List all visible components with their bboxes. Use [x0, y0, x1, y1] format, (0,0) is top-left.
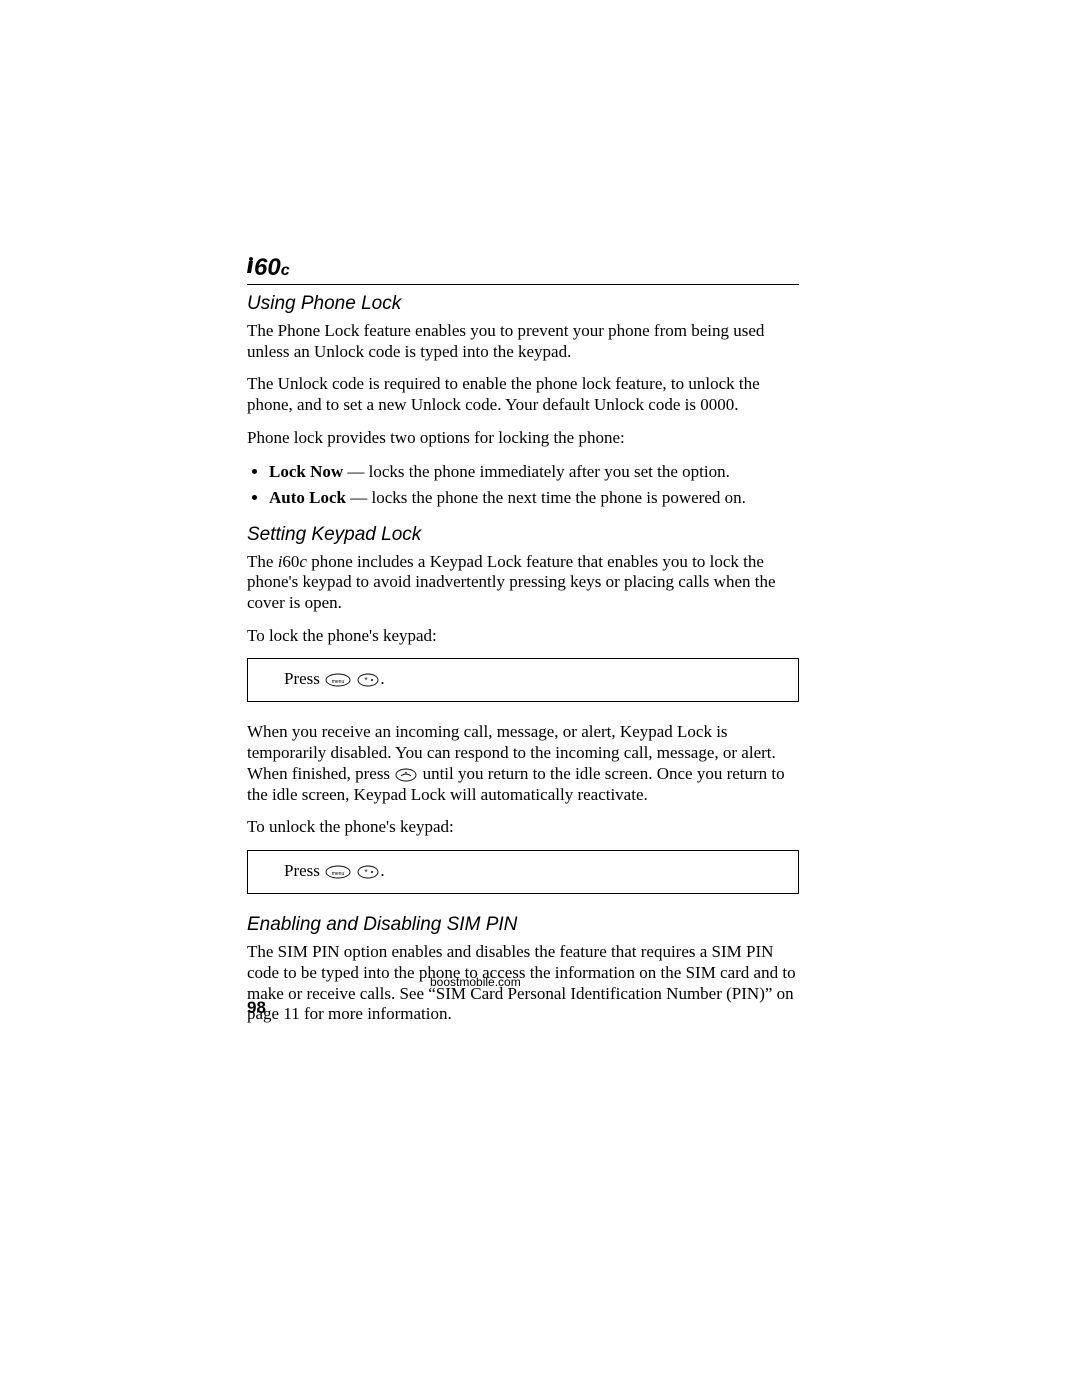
body-text: To unlock the phone's keypad:: [247, 817, 799, 838]
option-name: Lock Now: [269, 462, 343, 481]
heading-phone-lock: Using Phone Lock: [247, 293, 799, 315]
svg-text:*: *: [365, 868, 368, 877]
menu-key-icon: menu: [325, 865, 351, 879]
press-label: Press: [284, 669, 324, 688]
body-text: Phone lock provides two options for lock…: [247, 428, 799, 449]
page-number: 98: [247, 998, 266, 1018]
body-text: The Phone Lock feature enables you to pr…: [247, 321, 799, 362]
option-desc: — locks the phone the next time the phon…: [346, 488, 746, 507]
body-text: The Unlock code is required to enable th…: [247, 374, 799, 415]
star-key-icon: *: [357, 673, 379, 687]
manual-page: 60c Using Phone Lock The Phone Lock feat…: [247, 253, 799, 1037]
model-ref-num: 60: [282, 552, 299, 571]
svg-text:menu: menu: [332, 679, 345, 685]
footer-url: boostmobile.com: [430, 975, 521, 989]
body-text: When you receive an incoming call, messa…: [247, 722, 799, 805]
option-desc: — locks the phone immediately after you …: [343, 462, 730, 481]
body-text: To lock the phone's keypad:: [247, 626, 799, 647]
instruction-box: Press menu *.: [247, 658, 799, 702]
period: .: [380, 669, 384, 688]
period: .: [380, 861, 384, 880]
logo-number: 60: [254, 254, 281, 281]
options-list: Lock Now — locks the phone immediately a…: [247, 461, 799, 510]
model-logo: 60c: [247, 253, 799, 282]
end-key-icon: [395, 768, 417, 782]
text: phone includes a Keypad Lock feature tha…: [247, 552, 776, 612]
body-text: The i60c phone includes a Keypad Lock fe…: [247, 552, 799, 614]
text: The: [247, 552, 278, 571]
body-text: The SIM PIN option enables and disables …: [247, 942, 799, 1025]
instruction-box: Press menu *.: [247, 850, 799, 894]
press-label: Press: [284, 861, 324, 880]
star-key-icon: *: [357, 865, 379, 879]
menu-key-icon: menu: [325, 673, 351, 687]
model-ref-c: c: [299, 552, 307, 571]
heading-sim-pin: Enabling and Disabling SIM PIN: [247, 914, 799, 936]
logo-i-icon: [247, 253, 254, 273]
header-rule: [247, 284, 799, 285]
list-item: Lock Now — locks the phone immediately a…: [269, 461, 799, 484]
svg-text:menu: menu: [332, 871, 345, 877]
option-name: Auto Lock: [269, 488, 346, 507]
svg-text:*: *: [365, 676, 368, 685]
heading-keypad-lock: Setting Keypad Lock: [247, 524, 799, 546]
logo-suffix: c: [281, 262, 290, 279]
list-item: Auto Lock — locks the phone the next tim…: [269, 487, 799, 510]
